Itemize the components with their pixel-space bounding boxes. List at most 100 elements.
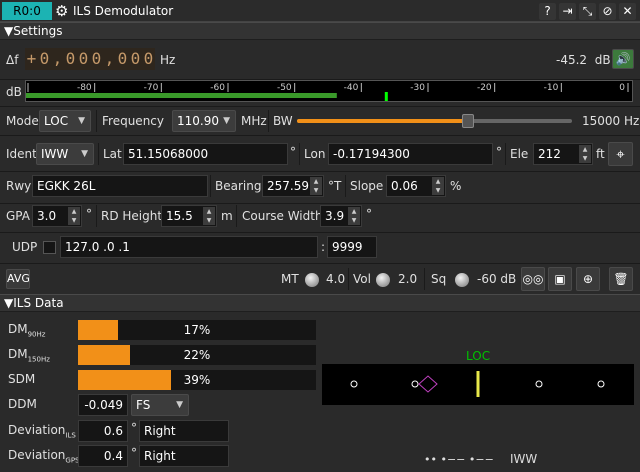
rwy-input[interactable]: EGKK 26L <box>32 175 208 197</box>
vol-dial[interactable] <box>376 273 390 287</box>
tape-icon: ◎◎ <box>522 272 544 286</box>
ddm-unit-select[interactable]: FS ▼ <box>131 394 189 416</box>
freq-digit[interactable]: 0 <box>90 48 103 70</box>
course-width-label: Course Width <box>242 209 323 223</box>
udp-address-input[interactable]: 127.0 .0 .1 <box>60 236 318 258</box>
freq-digit[interactable]: , <box>103 48 116 70</box>
hide-icon[interactable]: ⊘ <box>599 3 616 20</box>
udp-separator: : <box>321 240 326 254</box>
dm90-bar: 17% <box>78 320 316 340</box>
help-icon[interactable]: ? <box>539 3 556 20</box>
dm150-bar: 22% <box>78 345 316 365</box>
freq-digit[interactable]: + <box>25 48 38 70</box>
spin-arrows-icon[interactable]: ▲ ▼ <box>203 207 215 225</box>
ddm-label: DDM <box>8 397 37 411</box>
bearing-input[interactable]: 257.59 ▲ ▼ <box>262 175 324 197</box>
bearing-unit: °T <box>328 179 342 193</box>
close-icon[interactable]: ✕ <box>619 3 636 20</box>
morse-ident: IWW <box>510 452 538 466</box>
mode-label: Mode <box>6 114 39 128</box>
controls-row: AVG MT 4.0 Vol 2.0 Sq -60 dB ◎◎ ▣ ⊕ 🗑 <box>0 264 640 294</box>
rdheight-label: RD Height <box>101 209 163 223</box>
bw-value: 15000 Hz <box>582 114 640 128</box>
channel-indicator[interactable]: R0:0 <box>2 2 52 20</box>
meter-tick-label: -10 <box>544 83 559 93</box>
rdheight-unit: m <box>221 209 233 223</box>
dm150-label: DM150Hz <box>8 347 50 364</box>
glidepath-row: GPA 3.0 ▲ ▼ ° RD Height 15.5 ▲ ▼ m Course Wi… <box>0 204 640 232</box>
avg-button[interactable]: AVG <box>6 269 30 289</box>
cdi-dot <box>597 380 605 388</box>
meter-level <box>26 93 337 98</box>
bw-slider-handle[interactable] <box>461 114 474 128</box>
rdheight-input[interactable]: 15.5 ▲ ▼ <box>161 205 217 227</box>
shrink-icon[interactable]: ⤡ <box>579 3 596 20</box>
spin-arrows-icon[interactable]: ▲ ▼ <box>348 207 360 225</box>
find-on-map-button[interactable]: ⌖ <box>608 142 633 166</box>
lat-input[interactable]: 51.15068000 <box>123 143 288 165</box>
level-meter-row: dB -90-80-70-60-50-40-30-20-100 <box>0 80 640 105</box>
freq-digit[interactable]: 0 <box>64 48 77 70</box>
spin-arrows-icon[interactable]: ▲ ▼ <box>432 177 444 195</box>
ident-select[interactable]: IWW ▼ <box>36 143 94 165</box>
udp-row: UDP 127.0 .0 .1 : 9999 <box>0 233 640 263</box>
dev-ils-direction: Right <box>139 420 229 442</box>
ele-unit: ft <box>596 147 605 161</box>
freq-digit[interactable]: , <box>51 48 64 70</box>
ele-input[interactable]: 212 ▲ ▼ <box>533 143 593 165</box>
course-width-unit: ° <box>366 207 372 221</box>
slope-unit: % <box>450 179 462 193</box>
spin-arrows-icon[interactable]: ▲ ▼ <box>310 177 322 195</box>
meter-tick-label: -40 <box>344 83 359 93</box>
record-button[interactable]: ◎◎ <box>521 267 545 291</box>
udp-port-input[interactable]: 9999 <box>327 236 377 258</box>
db-label: dB <box>6 85 22 99</box>
gpa-label: GPA <box>6 209 30 223</box>
window-title: ILS Demodulator <box>73 4 174 18</box>
freq-digit[interactable]: 0 <box>142 48 155 70</box>
meter-tick-label: -20 <box>477 83 492 93</box>
meter-tick-label: -60 <box>210 83 225 93</box>
spin-arrows-icon[interactable]: ▲ ▼ <box>68 207 80 225</box>
bw-slider[interactable] <box>297 114 572 128</box>
mode-select[interactable]: LOC ▼ <box>39 110 91 132</box>
cdi-dot <box>411 380 419 388</box>
dev-gps-label: DeviationGPS <box>8 448 80 465</box>
ils-data-header[interactable]: ▼ILS Data <box>0 294 640 312</box>
course-width-input[interactable]: 3.9 ▲ ▼ <box>320 205 362 227</box>
meter-scale: -90-80-70-60-50-40-30-20-100 <box>10 83 629 101</box>
gear-icon[interactable]: ⚙ <box>55 3 71 19</box>
meter-tick-label: -80 <box>77 83 92 93</box>
ident-label: Ident <box>6 147 37 161</box>
bearing-label: Bearing <box>215 179 262 193</box>
udp-checkbox[interactable] <box>43 241 56 254</box>
runway-row: Rwy EGKK 26L Bearing 257.59 ▲ ▼ °T Slope 0… <box>0 172 640 203</box>
lon-input[interactable]: -0.17194300 <box>328 143 493 165</box>
gpa-unit: ° <box>86 207 92 221</box>
mt-dial[interactable] <box>305 273 319 287</box>
freq-digit[interactable]: 0 <box>77 48 90 70</box>
move-to-workspace-icon[interactable]: ⇥ <box>559 3 576 20</box>
slope-input[interactable]: 0.06 ▲ ▼ <box>386 175 446 197</box>
freq-digit[interactable]: 0 <box>129 48 142 70</box>
freq-digit[interactable]: 0 <box>116 48 129 70</box>
lon-unit: ° <box>496 145 502 159</box>
sq-dial[interactable] <box>455 273 469 287</box>
chevron-down-icon: ▼ <box>223 116 230 126</box>
save-button[interactable]: ▣ <box>548 267 572 291</box>
level-meter: -90-80-70-60-50-40-30-20-100 <box>10 80 633 102</box>
speaker-icon: 🔊 <box>615 52 631 66</box>
settings-header[interactable]: ▼Settings <box>0 22 640 40</box>
spin-arrows-icon[interactable]: ▲ ▼ <box>579 145 591 163</box>
lat-unit: ° <box>290 145 296 159</box>
dev-ils-unit: ° <box>131 421 137 435</box>
dev-ils-label: DeviationILS <box>8 423 76 440</box>
add-button[interactable]: ⊕ <box>576 267 600 291</box>
frequency-select[interactable]: 110.90 ▼ <box>172 110 236 132</box>
meter-tick-label: -70 <box>144 83 159 93</box>
audio-mute-button[interactable]: 🔊 <box>612 49 634 69</box>
gpa-input[interactable]: 3.0 ▲ ▼ <box>32 205 82 227</box>
delete-button[interactable]: 🗑 <box>609 267 633 291</box>
freq-offset-dial[interactable]: +0, 0 0 0, 0 0 0 <box>25 48 155 70</box>
freq-digit[interactable]: 0 <box>38 48 51 70</box>
